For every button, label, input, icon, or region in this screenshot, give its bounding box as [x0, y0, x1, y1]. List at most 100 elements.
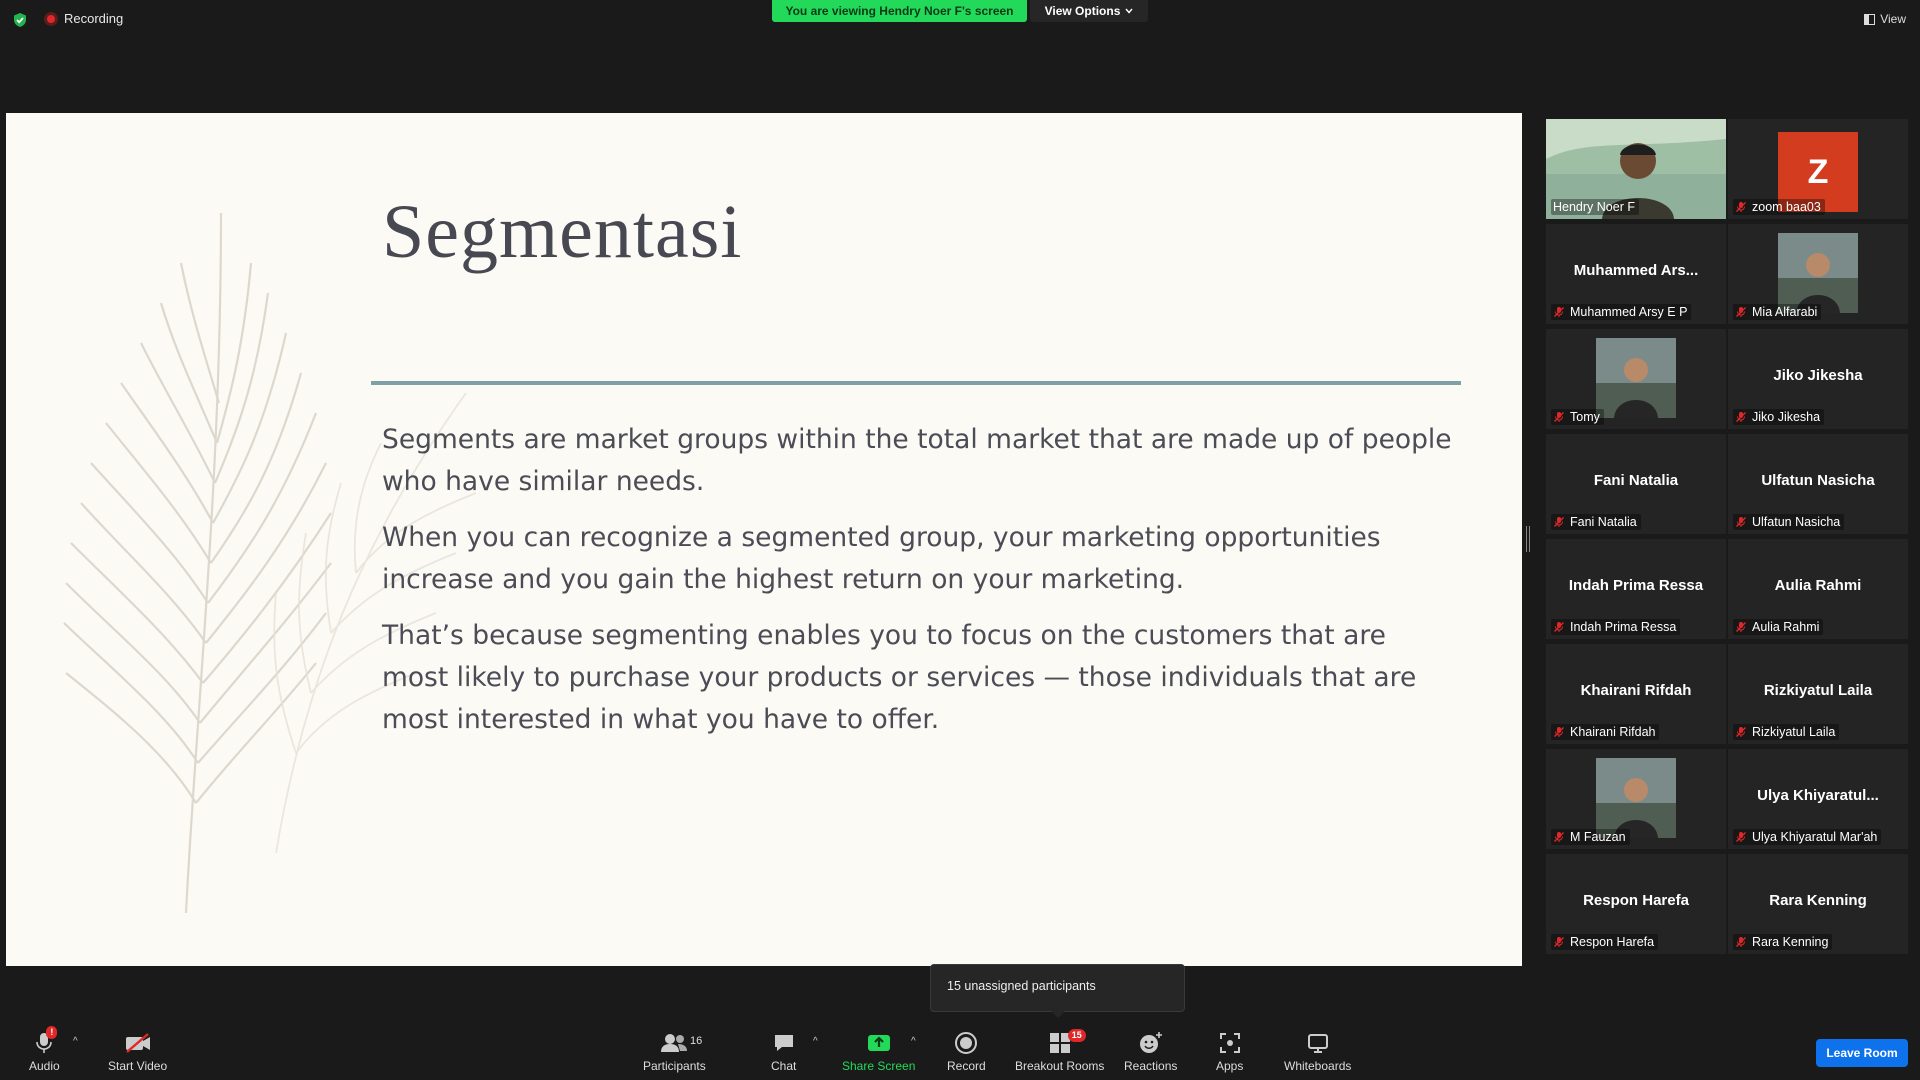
reactions-button[interactable]: Reactions — [1124, 1030, 1177, 1073]
participant-tile[interactable]: Muhammed Ars... Muhammed Arsy E P — [1546, 224, 1726, 324]
breakout-rooms-label: Breakout Rooms — [1015, 1059, 1105, 1073]
participant-name: zoom baa03 — [1752, 200, 1821, 214]
participant-tile[interactable]: Tomy — [1546, 329, 1726, 429]
whiteboards-button[interactable]: Whiteboards — [1284, 1030, 1351, 1073]
participant-name: Mia Alfarabi — [1752, 305, 1818, 319]
participant-tile[interactable]: Zzoom baa03 — [1728, 119, 1908, 219]
mic-muted-icon — [1736, 202, 1746, 212]
participant-display-name: Rara Kenning — [1769, 892, 1867, 909]
shield-icon[interactable] — [12, 12, 28, 28]
mic-muted-icon — [1736, 517, 1746, 527]
audio-options-caret[interactable]: ^ — [73, 1036, 78, 1047]
breakout-rooms-button[interactable]: 15 Breakout Rooms — [1015, 1029, 1105, 1073]
participant-display-name: Muhammed Ars... — [1573, 262, 1699, 279]
mic-muted-icon — [1554, 412, 1564, 422]
participant-name: Aulia Rahmi — [1752, 620, 1820, 634]
video-off-icon — [125, 1033, 150, 1053]
chat-button[interactable]: Chat — [771, 1030, 796, 1073]
apps-button[interactable]: Apps — [1216, 1030, 1243, 1073]
participant-name-label: Aulia Rahmi — [1733, 619, 1824, 635]
breakout-tooltip: 15 unassigned participants — [930, 964, 1185, 1018]
mic-muted-icon — [1736, 832, 1746, 842]
audio-label: Audio — [29, 1059, 60, 1073]
participant-tile[interactable]: Jiko Jikesha Jiko Jikesha — [1728, 329, 1908, 429]
participants-label: Participants — [643, 1059, 706, 1073]
view-button[interactable]: View — [1864, 12, 1906, 26]
gallery-view-icon — [1864, 13, 1876, 25]
participant-display-name: Ulya Khiyaratul... — [1757, 787, 1879, 804]
participant-tile[interactable]: Ulya Khiyaratul... Ulya Khiyaratul Mar'ah — [1728, 749, 1908, 849]
slide-title: Segmentasi — [382, 190, 743, 274]
participant-name-label: Khairani Rifdah — [1551, 724, 1660, 740]
participant-tile[interactable]: M Fauzan — [1546, 749, 1726, 849]
record-dot-icon — [44, 11, 58, 26]
mic-muted-icon — [1554, 622, 1564, 632]
participant-name-label: M Fauzan — [1551, 829, 1630, 845]
mic-muted-icon — [1554, 832, 1564, 842]
view-options-label: View Options — [1044, 4, 1121, 18]
record-button[interactable]: Record — [947, 1030, 986, 1073]
share-options-caret[interactable]: ^ — [911, 1036, 916, 1047]
chat-label: Chat — [771, 1059, 797, 1073]
reactions-icon — [1139, 1032, 1162, 1053]
participant-name: Tomy — [1570, 410, 1600, 424]
participant-display-name: Khairani Rifdah — [1580, 682, 1692, 699]
recording-label: Recording — [64, 11, 124, 26]
audio-warning-badge: ! — [46, 1026, 58, 1039]
participant-name-label: Rizkiyatul Laila — [1733, 724, 1840, 740]
participant-display-name: Aulia Rahmi — [1774, 577, 1862, 594]
panel-resize-handle[interactable] — [1526, 526, 1530, 552]
recording-indicator[interactable]: Recording — [44, 11, 123, 26]
participant-display-name: Fani Natalia — [1593, 472, 1679, 489]
start-video-label: Start Video — [108, 1059, 168, 1073]
participant-name: M Fauzan — [1570, 830, 1626, 844]
share-screen-label: Share Screen — [842, 1059, 916, 1073]
participant-display-name: Ulfatun Nasicha — [1761, 472, 1875, 489]
participant-photo — [1596, 758, 1676, 838]
participant-name: Khairani Rifdah — [1570, 725, 1656, 739]
participant-tile[interactable]: Mia Alfarabi — [1728, 224, 1908, 324]
whiteboards-label: Whiteboards — [1284, 1059, 1352, 1073]
participant-name-label: zoom baa03 — [1733, 199, 1825, 215]
record-icon — [955, 1032, 978, 1054]
participant-display-name: Indah Prima Ressa — [1568, 577, 1704, 594]
participant-tile[interactable]: Indah Prima Ressa Indah Prima Ressa — [1546, 539, 1726, 639]
participant-name-label: Jiko Jikesha — [1733, 409, 1825, 425]
leave-room-button[interactable]: Leave Room — [1816, 1039, 1908, 1067]
audio-button[interactable]: ! Audio — [29, 1026, 60, 1073]
participant-name: Ulya Khiyaratul Mar'ah — [1752, 830, 1878, 844]
participant-tile[interactable]: Rizkiyatul Laila Rizkiyatul Laila — [1728, 644, 1908, 744]
meeting-toolbar: ! Audio ^ Start Video Participants 16 Ch… — [0, 1020, 1920, 1080]
participant-tile[interactable]: Hendry Noer F — [1546, 119, 1726, 219]
mic-muted-icon — [1554, 727, 1564, 737]
reactions-label: Reactions — [1124, 1059, 1178, 1073]
participant-name: Rizkiyatul Laila — [1752, 725, 1836, 739]
participant-name-label: Indah Prima Ressa — [1551, 619, 1681, 635]
participant-tile[interactable]: Fani Natalia Fani Natalia — [1546, 434, 1726, 534]
participant-tile[interactable]: Ulfatun Nasicha Ulfatun Nasicha — [1728, 434, 1908, 534]
participant-tile[interactable]: Khairani Rifdah Khairani Rifdah — [1546, 644, 1726, 744]
participant-tile[interactable]: Respon Harefa Respon Harefa — [1546, 854, 1726, 954]
view-options-button[interactable]: View Options — [1030, 0, 1148, 22]
slide-body: Segments are market groups within the to… — [382, 419, 1452, 755]
participant-tile[interactable]: Aulia Rahmi Aulia Rahmi — [1728, 539, 1908, 639]
top-bar: Recording You are viewing Hendry Noer F'… — [0, 0, 1920, 40]
start-video-button[interactable]: Start Video — [108, 1030, 167, 1073]
whiteboard-icon — [1307, 1034, 1328, 1053]
slide-divider — [371, 381, 1461, 385]
participant-name: Ulfatun Nasicha — [1752, 515, 1841, 529]
mic-muted-icon — [1736, 622, 1746, 632]
chat-icon — [774, 1035, 793, 1051]
participant-name: Rara Kenning — [1752, 935, 1829, 949]
slide-paragraph: That’s because segmenting enables you to… — [382, 620, 1417, 735]
participant-name: Hendry Noer F — [1553, 200, 1635, 214]
mic-muted-icon — [1736, 727, 1746, 737]
participant-photo — [1778, 233, 1858, 313]
mic-muted-icon — [1554, 517, 1564, 527]
chat-options-caret[interactable]: ^ — [813, 1036, 818, 1047]
participant-tile[interactable]: Rara Kenning Rara Kenning — [1728, 854, 1908, 954]
mic-muted-icon — [1554, 307, 1564, 317]
slide-paragraph: Segments are market groups within the to… — [382, 424, 1452, 497]
participant-name: Fani Natalia — [1570, 515, 1637, 529]
share-screen-button[interactable]: Share Screen — [842, 1030, 915, 1073]
